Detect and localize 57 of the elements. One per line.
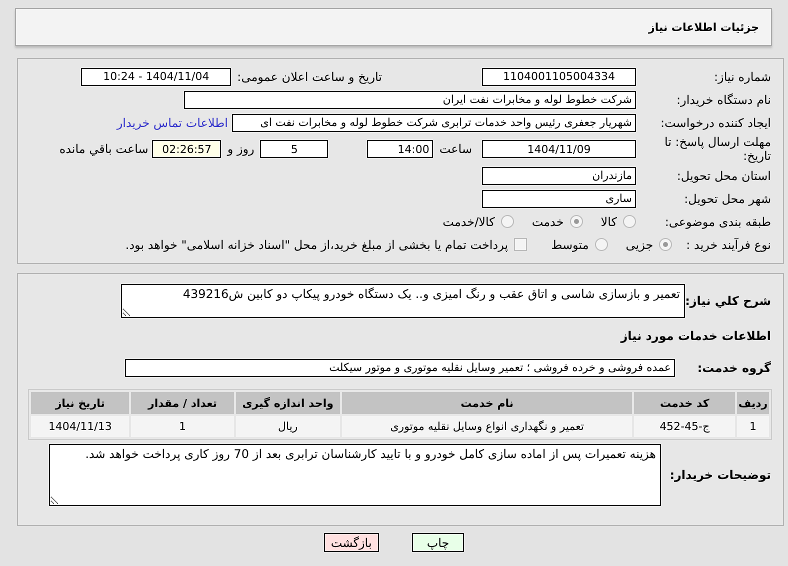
- field-label: گروه خدمت:: [696, 360, 771, 374]
- field-label: توضیحات خریدار:: [668, 468, 771, 482]
- column-header: تاریخ نیاز: [31, 392, 130, 414]
- field-label: ایجاد کننده درخواست:: [659, 116, 771, 130]
- field-label: استان محل تحویل:: [676, 168, 771, 182]
- table-cell: تعمیر و نگهداری انواع وسایل نقلیه موتوری: [342, 416, 632, 437]
- column-header: نام خدمت: [342, 392, 632, 414]
- column-header: کد خدمت: [634, 392, 736, 414]
- table-cell: 1404/11/13: [31, 416, 130, 437]
- option-label: متوسط: [551, 238, 589, 252]
- print-button[interactable]: چاپ: [412, 533, 464, 552]
- contact-info-link[interactable]: اطلاعات تماس خریدار: [116, 116, 228, 130]
- field-label: تاریخ و ساعت اعلان عمومی:: [237, 70, 382, 84]
- radio-button[interactable]: [594, 238, 608, 251]
- city-field: ساری: [482, 190, 636, 208]
- announce-date-field: 1404/11/04 - 10:24: [81, 68, 232, 86]
- field-label: نام دستگاه خریدار:: [676, 92, 771, 106]
- field-label: شماره نیاز:: [713, 70, 771, 84]
- back-button[interactable]: بازگشت: [324, 533, 379, 552]
- page-title: جزئیات اطلاعات نیاز: [648, 20, 759, 34]
- column-header: واحد اندازه گیری: [236, 392, 340, 414]
- field-label: شهر محل تحویل:: [683, 192, 771, 206]
- table-cell: ریال: [236, 416, 340, 437]
- service-group-field: عمده فروشی و خرده فروشی ؛ تعمیر وسایل نقلیه موتوری و موتور سیکلت: [125, 358, 675, 376]
- field-label: روز و: [227, 142, 254, 156]
- field-label: ساعت: [439, 142, 472, 156]
- need-number-field: 1104001105004334: [482, 68, 636, 86]
- buyer-notes-field[interactable]: هزینه تعمیرات پس از اماده سازی کامل خودرو و با تایید کارشناسان ترابری بعد از 70 روز کاری پرداخت خواهد شد.: [49, 444, 661, 506]
- field-label: اطلاعات خدمات مورد نیاز: [620, 328, 771, 342]
- remaining-time-field: 02:26:57: [152, 140, 222, 158]
- column-header: تعداد / مقدار: [131, 392, 234, 414]
- requester-field: شهریار جعفری رئیس واحد خدمات ترابری شرکت خطوط لوله و مخابرات نفت ای: [232, 114, 636, 132]
- payment-note: پرداخت تمام یا بخشی از مبلغ خرید،از محل "اسناد خزانه اسلامی" خواهد بود.: [125, 238, 508, 252]
- deadline-date-field: 1404/11/09: [482, 140, 636, 158]
- buyer-org-field: شرکت خطوط لوله و مخابرات نفت ایران: [184, 90, 636, 108]
- option-label: جزیی: [626, 238, 654, 252]
- table-cell: ج-45-452: [634, 416, 736, 437]
- field-label: طبقه بندی موضوعی:: [664, 214, 771, 228]
- table-cell: 1: [737, 416, 769, 437]
- table-cell: 1: [131, 416, 234, 437]
- field-label: شرح کلي نیاز:: [685, 294, 771, 308]
- option-label: خدمت: [532, 214, 564, 228]
- column-header: ردیف: [737, 392, 769, 414]
- option-label: کالا: [600, 214, 617, 228]
- radio-button[interactable]: [659, 238, 672, 251]
- radio-button[interactable]: [500, 215, 514, 228]
- radio-button[interactable]: [623, 215, 636, 228]
- field-label: نوع فرآیند خرید :: [686, 238, 771, 252]
- province-field: مازندران: [482, 166, 636, 184]
- checkbox[interactable]: [514, 238, 528, 251]
- field-label: مهلت ارسال پاسخ: تا تاریخ:: [663, 135, 771, 163]
- deadline-time-field: 14:00: [367, 140, 434, 158]
- days-field: 5: [260, 140, 328, 158]
- radio-button[interactable]: [570, 215, 583, 228]
- description-field[interactable]: تعمیر و بازسازی شاسی و اتاق عقب و رنگ امیزی و.. یک دستگاه خودرو پیکاپ دو کابین ش439216: [121, 284, 685, 318]
- field-label: ساعت باقي مانده: [59, 142, 148, 156]
- option-label: کالا/خدمت: [442, 214, 495, 228]
